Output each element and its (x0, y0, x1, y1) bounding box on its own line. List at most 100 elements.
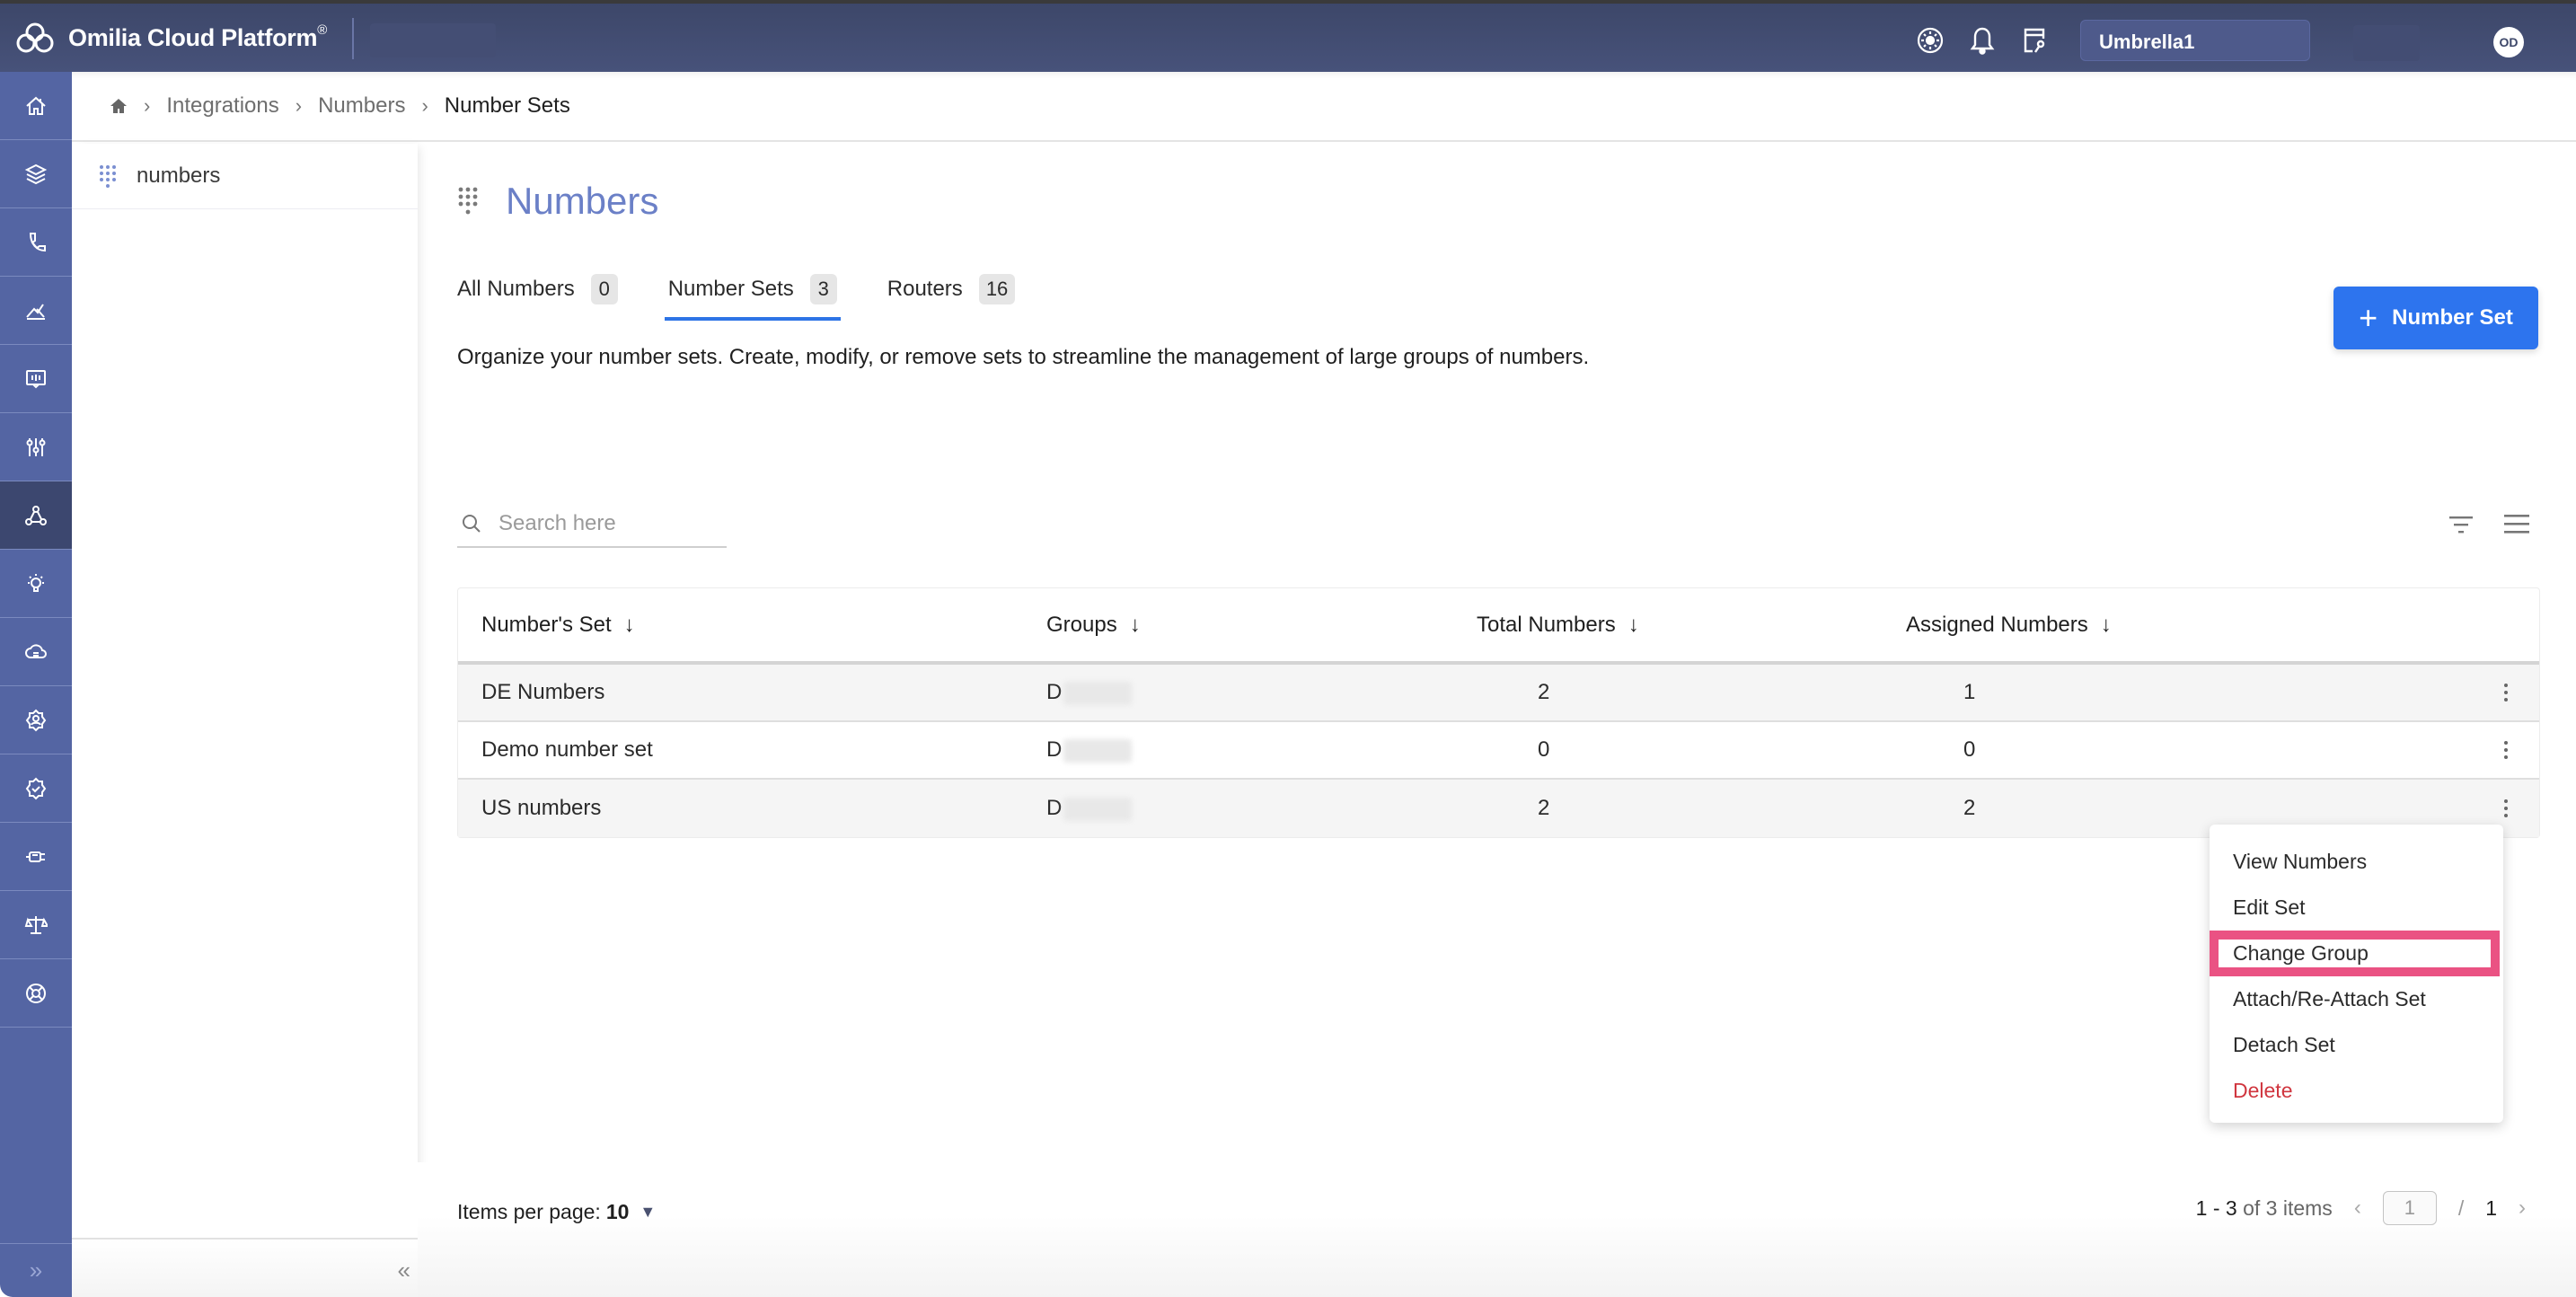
column-header-assigned-numbers[interactable]: Assigned Numbers ↓ (1906, 613, 2112, 638)
tab-number-sets[interactable]: Number Sets 3 (664, 274, 841, 321)
row-actions-icon[interactable] (2495, 732, 2517, 768)
tab-all-numbers[interactable]: All Numbers 0 (457, 274, 618, 321)
cell-group: D (1046, 680, 1133, 705)
cell-group: D (1046, 737, 1133, 763)
subnav-item-label: numbers (137, 163, 221, 188)
rail-legal[interactable] (0, 891, 72, 959)
table-header: Number's Set ↓ Groups ↓ Total Numbers ↓ Ass… (458, 588, 2539, 665)
sort-arrow-down-icon: ↓ (2100, 612, 2112, 637)
table-row[interactable]: DE Numbers D 2 1 (458, 665, 2539, 722)
pagination-footer: Items per page: 10 ▼ 1 - 3 of 3 items ‹ … (418, 1162, 2576, 1297)
rail-integrations[interactable] (0, 481, 72, 550)
column-label: Number's Set (481, 612, 612, 637)
verified-badge-icon (25, 777, 47, 799)
menu-item-attach-set[interactable]: Attach/Re-Attach Set (2210, 976, 2503, 1022)
table-row[interactable]: Demo number set D 0 0 (458, 722, 2539, 780)
usb-icon (26, 851, 45, 862)
row-actions-icon[interactable] (2495, 790, 2517, 826)
column-header-number-set[interactable]: Number's Set ↓ (481, 613, 635, 638)
subnav-item-numbers[interactable]: numbers (72, 144, 418, 209)
brand-name: Omilia Cloud Platform® (68, 22, 327, 51)
sort-arrow-down-icon: ↓ (1628, 612, 1639, 637)
search-icon (463, 515, 481, 533)
chevron-right-icon: › (144, 94, 151, 117)
column-label: Total Numbers (1477, 612, 1616, 637)
rail-phone[interactable] (0, 208, 72, 277)
cell-total: 2 (1538, 680, 1550, 704)
redacted-area (2353, 25, 2420, 61)
monitor-icon (26, 369, 46, 388)
rail-connectors[interactable] (0, 823, 72, 891)
expand-rail-button[interactable]: » (0, 1243, 72, 1297)
layers-icon (24, 163, 48, 184)
cell-group: D (1046, 796, 1133, 821)
rail-support[interactable] (0, 959, 72, 1028)
number-sets-table: Number's Set ↓ Groups ↓ Total Numbers ↓ Ass… (457, 587, 2540, 838)
add-number-set-button[interactable]: + Number Set (2333, 287, 2538, 349)
column-header-total-numbers[interactable]: Total Numbers ↓ (1477, 613, 1639, 638)
bell-icon[interactable] (1967, 25, 1998, 56)
items-per-page-select[interactable]: 10 (606, 1200, 630, 1224)
filter-icon[interactable] (2447, 510, 2475, 539)
row-actions-icon[interactable] (2495, 675, 2517, 710)
cell-set-name: Demo number set (481, 737, 653, 762)
page-title: Numbers (506, 180, 659, 222)
cell-set-name: US numbers (481, 796, 602, 820)
rail-analytics[interactable] (0, 277, 72, 345)
subnav-footer: « (72, 1238, 418, 1297)
page-number-input[interactable] (2382, 1191, 2437, 1225)
user-avatar[interactable]: OD (2493, 27, 2524, 57)
columns-menu-icon[interactable] (2502, 510, 2531, 539)
user-settings-icon (25, 709, 47, 731)
column-label: Groups (1046, 612, 1117, 637)
row-actions-menu: View Numbers Edit Set Change Group Attac… (2210, 825, 2503, 1123)
sliders-icon (26, 437, 46, 456)
search-input[interactable] (498, 511, 705, 536)
theme-icon[interactable] (1915, 25, 1945, 56)
add-button-label: Number Set (2392, 305, 2513, 330)
rail-user-management[interactable] (0, 686, 72, 754)
rail-layers[interactable] (0, 140, 72, 208)
home-icon[interactable] (110, 97, 128, 115)
plus-icon: + (2359, 299, 2378, 336)
tab-count-badge: 16 (978, 274, 1016, 304)
tab-routers[interactable]: Routers 16 (887, 274, 1016, 321)
chevron-left-icon[interactable]: ‹ (2354, 1196, 2361, 1221)
rail-insights[interactable] (0, 550, 72, 618)
breadcrumb: › Integrations › Numbers › Number Sets (72, 72, 2576, 142)
api-key-icon[interactable] (2019, 25, 2050, 56)
chevron-right-icon: › (295, 94, 303, 117)
breadcrumb-numbers[interactable]: Numbers (318, 93, 405, 119)
left-nav-rail: » (0, 72, 72, 1297)
menu-item-delete[interactable]: Delete (2210, 1068, 2503, 1114)
rail-cloud[interactable] (0, 618, 72, 686)
brand[interactable]: Omilia Cloud Platform® (14, 20, 327, 56)
tab-count-badge: 0 (590, 274, 618, 304)
items-per-page-label: Items per page: (457, 1200, 601, 1223)
breadcrumb-current: Number Sets (444, 93, 570, 118)
pager: 1 - 3 of 3 items ‹ / 1 › (2196, 1191, 2526, 1225)
items-per-page: Items per page: 10 ▼ (457, 1200, 656, 1224)
chevron-right-icon[interactable]: › (2519, 1196, 2526, 1221)
column-header-groups[interactable]: Groups ↓ (1046, 613, 1141, 638)
sort-arrow-down-icon: ↓ (623, 612, 635, 637)
lifebuoy-icon (26, 983, 46, 1003)
cell-assigned: 0 (1963, 737, 1976, 762)
caret-down-icon[interactable]: ▼ (640, 1203, 656, 1222)
tenant-selector[interactable]: Umbrella1 (2080, 20, 2310, 61)
cell-total: 0 (1538, 737, 1550, 762)
tabs: All Numbers 0 Number Sets 3 Routers 16 (457, 274, 1016, 321)
breadcrumb-integrations[interactable]: Integrations (166, 93, 278, 119)
collapse-sidebar-icon[interactable]: « (398, 1257, 410, 1284)
rail-monitor[interactable] (0, 345, 72, 413)
menu-item-change-group[interactable]: Change Group (2210, 931, 2500, 976)
rail-home[interactable] (0, 72, 72, 140)
scale-icon (24, 915, 48, 934)
menu-item-edit-set[interactable]: Edit Set (2210, 885, 2503, 931)
menu-item-detach-set[interactable]: Detach Set (2210, 1022, 2503, 1068)
menu-item-view-numbers[interactable]: View Numbers (2210, 839, 2503, 885)
search-box (457, 501, 727, 548)
rail-compliance[interactable] (0, 754, 72, 823)
brand-divider (352, 18, 354, 59)
rail-settings[interactable] (0, 413, 72, 481)
